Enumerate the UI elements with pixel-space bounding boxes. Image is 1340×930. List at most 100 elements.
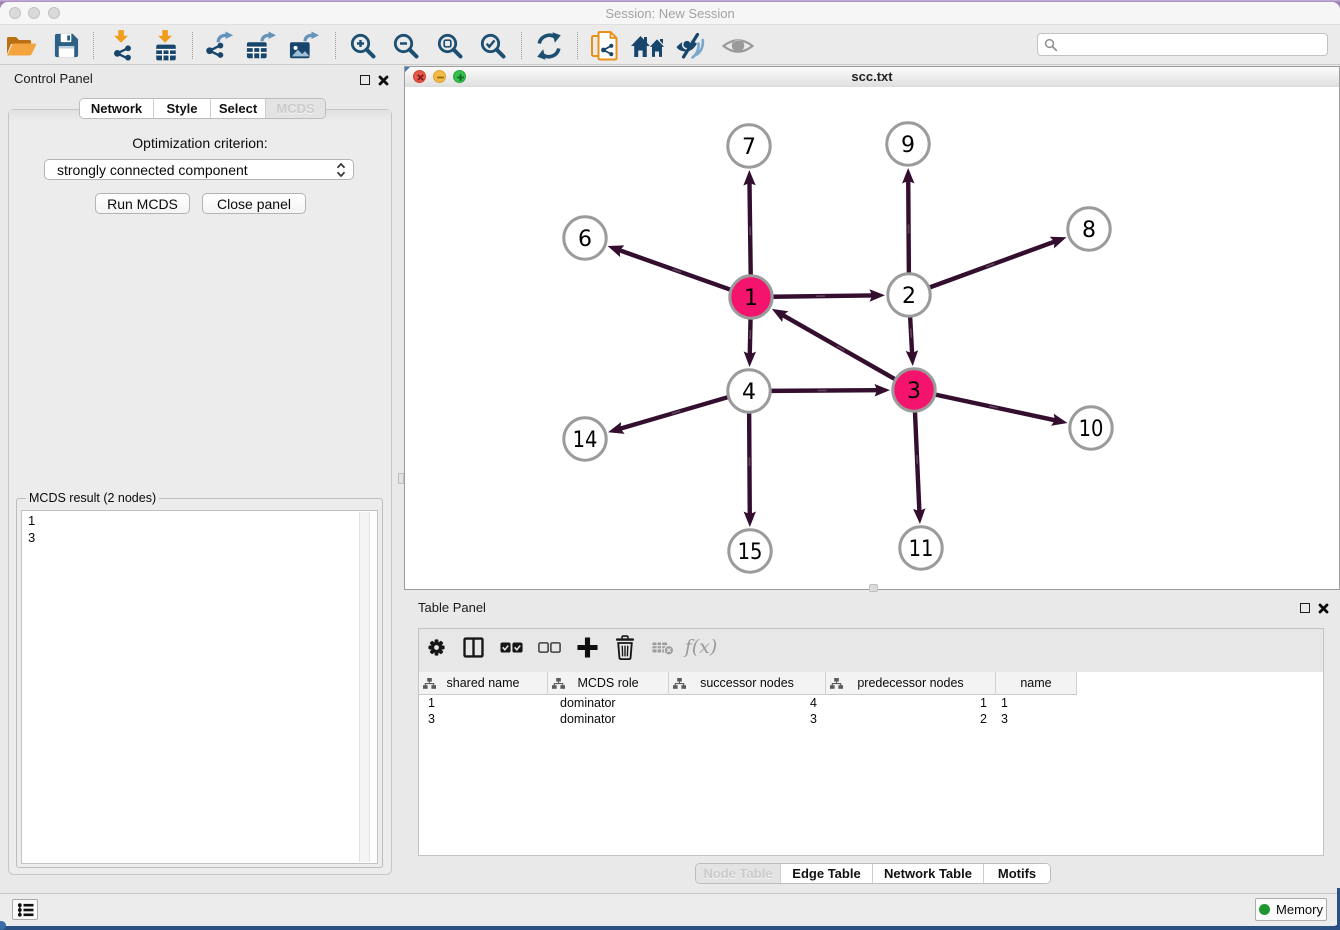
run-mcds-button[interactable]: Run MCDS (95, 193, 190, 214)
table-panel-float-icon[interactable] (1300, 603, 1310, 613)
open-folder-icon (5, 32, 38, 60)
tab-style[interactable]: Style (153, 99, 210, 118)
column-header-predecessor-nodes[interactable]: predecessor nodes (826, 672, 996, 695)
column-label: predecessor nodes (826, 676, 995, 690)
column-label: MCDS role (548, 676, 668, 690)
import-network-button[interactable] (105, 25, 139, 66)
column-label: shared name (419, 676, 547, 690)
tab-mcds[interactable]: MCDS (265, 99, 325, 118)
delete-table-button[interactable] (646, 629, 680, 665)
graph-node-label: 14 (573, 428, 598, 453)
memory-button[interactable]: Memory (1255, 898, 1327, 921)
tab-motifs[interactable]: Motifs (983, 864, 1050, 883)
zoom-in-icon (348, 31, 378, 61)
toolbar-separator (577, 32, 578, 59)
select-all-button[interactable] (494, 629, 528, 665)
network-canvas[interactable]: 1234678910111415 (405, 87, 1339, 589)
export-network-button[interactable] (202, 25, 236, 66)
app-title: Session: New Session (0, 6, 1340, 21)
zoom-fit-button[interactable] (433, 25, 467, 66)
network-window-titlebar[interactable]: scc.txt (405, 67, 1339, 88)
select-all-icon (500, 641, 523, 654)
add-row-button[interactable] (570, 629, 604, 665)
close-panel-button[interactable]: Close panel (202, 193, 306, 214)
toolbar-separator (93, 32, 94, 59)
refresh-icon (535, 32, 563, 60)
control-panel-float-icon[interactable] (360, 75, 370, 85)
mcds-scrollbar[interactable] (359, 512, 370, 862)
table-cell: 1 (419, 695, 548, 711)
function-builder-button[interactable]: f(x) (682, 629, 720, 665)
export-image-icon (288, 31, 320, 61)
deselect-all-icon (538, 641, 561, 654)
columns-icon (463, 637, 484, 658)
zoom-in-button[interactable] (346, 25, 380, 66)
column-header-MCDS-role[interactable]: MCDS role (548, 672, 669, 695)
tab-network-table[interactable]: Network Table (872, 864, 983, 883)
mcds-result-textarea[interactable]: 13 (21, 510, 378, 864)
tab-edge-table[interactable]: Edge Table (780, 864, 872, 883)
table-cell: dominator (548, 695, 669, 711)
import-table-button[interactable] (149, 25, 183, 66)
refresh-button[interactable] (532, 25, 566, 66)
column-header-successor-nodes[interactable]: successor nodes (669, 672, 826, 695)
graph-node-label: 1 (744, 286, 758, 311)
toggle-columns-button[interactable] (456, 629, 490, 665)
graph-node-label: 2 (902, 284, 916, 309)
export-image-button[interactable] (286, 25, 322, 66)
eye-slash-icon (676, 32, 708, 60)
open-session-button[interactable] (4, 25, 38, 66)
deselect-all-button[interactable] (532, 629, 566, 665)
search-input[interactable] (1037, 33, 1328, 56)
fx-icon: f(x) (685, 636, 718, 658)
zoom-selected-button[interactable] (476, 25, 510, 66)
optimization-criterion-select[interactable]: strongly connected component (44, 159, 354, 180)
neighbors-button[interactable] (631, 25, 667, 66)
mcds-result-line: 1 (28, 513, 377, 530)
export-table-icon (245, 31, 277, 61)
zoom-out-button[interactable] (389, 25, 423, 66)
duplicate-network-button[interactable] (587, 25, 623, 66)
mcds-result-lines: 13 (28, 513, 377, 546)
column-header-shared-name[interactable]: shared name (419, 672, 548, 695)
table-panel-close-icon[interactable] (1318, 603, 1329, 614)
graph-node-label: 10 (1079, 417, 1104, 442)
column-label: name (996, 676, 1076, 690)
table-settings-button[interactable] (419, 629, 453, 665)
import-network-icon (109, 30, 135, 61)
task-history-button[interactable] (12, 899, 38, 920)
hide-details-button[interactable] (674, 25, 710, 66)
tab-node-table[interactable]: Node Table (696, 864, 780, 883)
zoom-selected-icon (478, 31, 508, 61)
status-bar: Memory (0, 893, 1340, 926)
zoom-out-icon (391, 31, 421, 61)
app-titlebar: Session: New Session (0, 2, 1340, 24)
export-table-button[interactable] (243, 25, 279, 66)
column-label: successor nodes (669, 676, 825, 690)
duplicate-network-icon (590, 30, 620, 62)
graph-node-label: 8 (1082, 218, 1096, 243)
list-icon (17, 902, 34, 918)
table-cell: 4 (669, 695, 826, 711)
graph-node-label: 15 (738, 540, 763, 565)
table-cell: dominator (548, 711, 669, 727)
save-session-button[interactable] (49, 25, 83, 66)
control-panel-tabs: NetworkStyleSelectMCDS (79, 98, 326, 119)
toolbar-separator (521, 32, 522, 59)
toolbar-separator (192, 32, 193, 59)
delete-row-button[interactable] (608, 629, 642, 665)
delete-table-icon (652, 639, 674, 656)
column-header-name[interactable]: name (996, 672, 1077, 695)
houses-icon (631, 33, 667, 59)
show-details-button[interactable] (720, 25, 756, 66)
network-window: scc.txt 1234678910111415 (404, 66, 1340, 590)
tab-network[interactable]: Network (80, 99, 153, 118)
import-table-icon (153, 30, 179, 61)
table-panel-title: Table Panel (418, 600, 486, 615)
table-cell: 1 (826, 695, 996, 711)
canvas-scrollbar-handle[interactable] (869, 584, 878, 592)
control-panel-close-icon[interactable] (378, 75, 389, 86)
tab-select[interactable]: Select (210, 99, 265, 118)
table-cell: 1 (996, 695, 1077, 711)
gear-icon (426, 637, 447, 658)
